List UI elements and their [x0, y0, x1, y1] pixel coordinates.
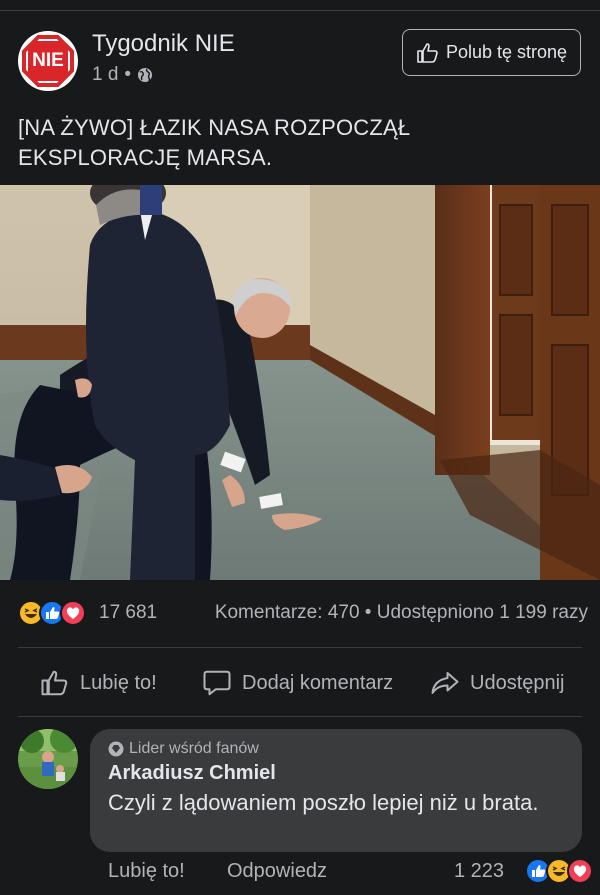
- share-label: Udostępnij: [470, 671, 565, 694]
- top-fan-badge: Lider wśród fanów: [108, 740, 259, 758]
- comment-text: Czyli z lądowaniem poszło lepiej niż u b…: [108, 790, 539, 815]
- post-time[interactable]: 1 d: [92, 64, 118, 86]
- page-name[interactable]: Tygodnik NIE: [92, 30, 235, 58]
- diamond-badge-icon: [108, 741, 124, 757]
- shares-count[interactable]: Udostępniono 1 199 razy: [377, 602, 588, 623]
- thumbs-up-icon: [417, 42, 438, 63]
- thumbs-up-icon: [41, 670, 68, 696]
- post-meta: 1 d •: [92, 64, 153, 86]
- page-avatar[interactable]: NIE: [18, 31, 78, 91]
- avatar-image-icon: [18, 729, 78, 789]
- comment-button[interactable]: Dodaj komentarz: [202, 658, 393, 708]
- comments-count[interactable]: Komentarze: 470: [215, 602, 360, 623]
- reaction-icons[interactable]: [18, 600, 86, 626]
- globe-icon: [138, 68, 153, 82]
- post-photo[interactable]: [0, 185, 600, 580]
- actions-divider: [18, 716, 582, 717]
- comment-label: Dodaj komentarz: [242, 671, 394, 694]
- like-label: Lubię to!: [80, 671, 157, 694]
- comment-icon: [203, 670, 231, 696]
- love-icon: [60, 600, 86, 626]
- action-bar: Lubię to! Dodaj komentarz Udostępnij: [0, 658, 600, 708]
- comment-author[interactable]: Arkadiusz Chmiel: [108, 762, 276, 785]
- reactions-count[interactable]: 17 681: [99, 602, 157, 624]
- stats-divider: [18, 647, 582, 648]
- top-divider: [0, 10, 600, 11]
- photo-politicians-icon: [0, 185, 600, 580]
- post-stats: 17 681 Komentarze: 470 • Udostępniono 1 …: [18, 598, 588, 628]
- like-page-button[interactable]: Polub tę stronę: [402, 29, 581, 76]
- stop-sign-logo: NIE: [22, 35, 74, 87]
- logo-text: NIE: [26, 39, 70, 83]
- comment-bubble[interactable]: Lider wśród fanów Arkadiusz Chmiel Czyli…: [90, 729, 582, 852]
- love-icon: [567, 858, 593, 884]
- share-arrow-icon: [431, 672, 459, 694]
- share-button[interactable]: Udostępnij: [430, 658, 565, 708]
- comment-like-link[interactable]: Lubię to!: [108, 860, 185, 883]
- meta-dot: •: [124, 64, 132, 85]
- comment-footer: Lubię to! Odpowiedz 1 223: [108, 858, 593, 888]
- post-text: [NA ŻYWO] ŁAZIK NASA ROZPOCZĄŁ EKSPLORAC…: [18, 115, 411, 170]
- comment-reply-link[interactable]: Odpowiedz: [227, 860, 327, 883]
- stats-right: Komentarze: 470 • Udostępniono 1 199 raz…: [215, 602, 588, 624]
- like-page-label: Polub tę stronę: [445, 42, 568, 62]
- badge-label: Lider wśród fanów: [129, 740, 259, 757]
- commenter-avatar[interactable]: [18, 729, 78, 789]
- stats-separator: •: [364, 602, 372, 623]
- like-button[interactable]: Lubię to!: [40, 658, 157, 708]
- comment-reaction-icons[interactable]: [525, 858, 593, 884]
- post-header: NIE Tygodnik NIE 1 d • Polub tę stronę: [0, 22, 600, 98]
- comment-reaction-count[interactable]: 1 223: [454, 860, 504, 883]
